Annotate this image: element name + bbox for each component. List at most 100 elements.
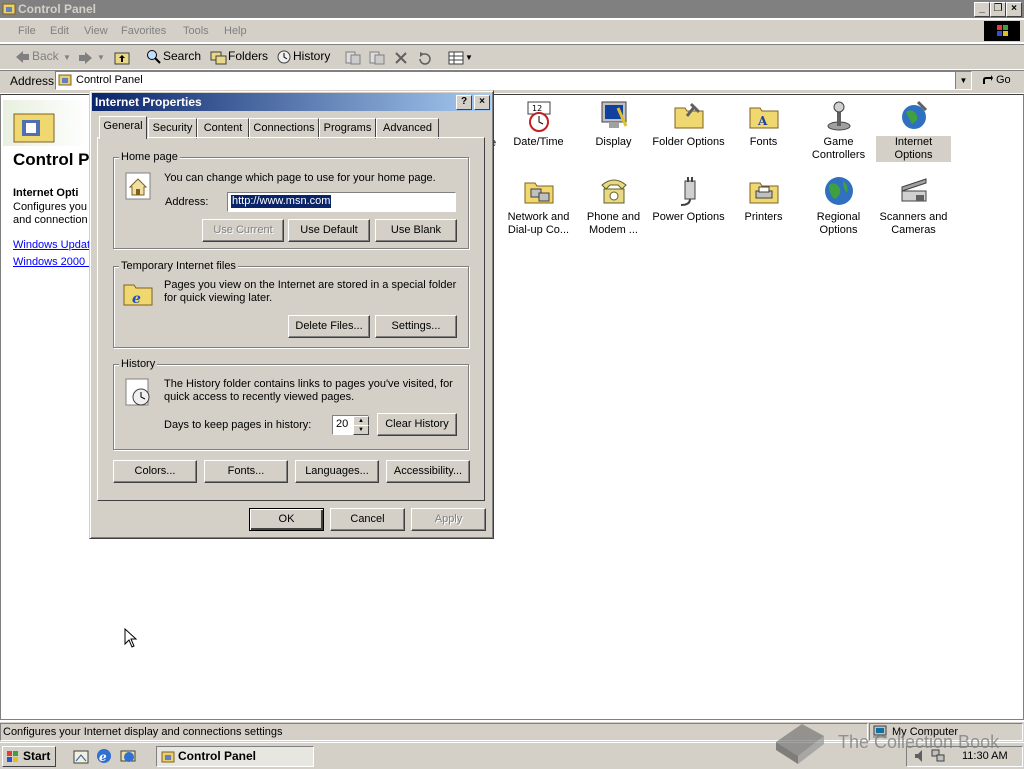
home-page-icon (125, 172, 151, 200)
temporary-files-desc-1: Pages you view on the Internet are store… (164, 279, 457, 291)
address-field[interactable]: Control Panel ▼ (55, 71, 972, 90)
standard-toolbar: Back ▼ ▼ Search Folders History ▼ (0, 44, 1024, 70)
minimize-button[interactable]: _ (974, 2, 990, 17)
start-button[interactable]: Start (2, 746, 56, 767)
views-icon[interactable] (448, 51, 464, 65)
cancel-button[interactable]: Cancel (330, 508, 405, 531)
watermark-text: The Collection Book (838, 732, 1000, 752)
search-label: Search (163, 49, 202, 63)
use-blank-button[interactable]: Use Blank (375, 219, 457, 242)
clear-history-button[interactable]: Clear History (377, 413, 457, 436)
menu-file[interactable]: File (18, 25, 36, 37)
tab-advanced[interactable]: Advanced (376, 118, 439, 139)
use-default-button[interactable]: Use Default (288, 219, 370, 242)
clock-icon: 12 (527, 101, 550, 132)
scanners-cameras-label: Scanners and Cameras (879, 211, 948, 236)
home-address-input[interactable]: http://www.msn.com (227, 192, 456, 212)
control-panel-large-icon (13, 113, 55, 143)
views-dropdown-icon[interactable]: ▼ (465, 53, 473, 62)
outlook-express-icon[interactable] (120, 748, 136, 764)
date-time-item[interactable]: 12 Date/Time (501, 100, 576, 149)
taskbar-control-panel-button[interactable]: Control Panel (156, 746, 314, 767)
colors-button[interactable]: Colors... (113, 460, 197, 483)
internet-explorer-icon[interactable]: e (96, 748, 112, 764)
power-options-item[interactable]: Power Options (651, 175, 726, 224)
move-to-icon[interactable] (344, 50, 362, 66)
status-text-panel: Configures your Internet display and con… (0, 723, 868, 741)
up-folder-icon[interactable] (114, 50, 130, 65)
tab-general[interactable]: General (99, 116, 147, 139)
forward-dropdown-icon[interactable]: ▼ (97, 53, 105, 62)
folders-label: Folders (228, 49, 269, 63)
menu-help[interactable]: Help (224, 25, 247, 37)
scanners-cameras-item[interactable]: Scanners and Cameras (876, 175, 951, 237)
dialog-help-button[interactable]: ? (456, 95, 472, 110)
window-titlebar[interactable]: Control Panel _ ❐ × (0, 0, 1024, 18)
tab-connections[interactable]: Connections (249, 118, 319, 139)
game-controllers-item[interactable]: Game Controllers (801, 100, 876, 162)
windows-update-link[interactable]: Windows Updat (13, 239, 90, 251)
left-pane-title: Control P (13, 150, 90, 169)
menu-edit[interactable]: Edit (50, 25, 69, 37)
folders-button[interactable]: Folders (208, 48, 268, 66)
printers-item[interactable]: Printers (726, 175, 801, 224)
show-desktop-icon[interactable] (73, 749, 89, 765)
fonts-button[interactable]: Fonts... (204, 460, 288, 483)
use-current-button[interactable]: Use Current (202, 219, 284, 242)
address-label: Address (10, 74, 55, 88)
menu-favorites[interactable]: Favorites (121, 25, 166, 37)
settings-button[interactable]: Settings... (375, 315, 457, 338)
close-window-button[interactable]: × (1006, 2, 1022, 17)
start-label: Start (23, 749, 51, 763)
forward-arrow-icon[interactable] (78, 51, 94, 65)
internet-properties-dialog: Internet Properties ? × General Security… (89, 90, 494, 539)
accessibility-button[interactable]: Accessibility... (386, 460, 470, 483)
home-address-label: Address: (165, 196, 209, 208)
address-dropdown-button[interactable]: ▼ (955, 72, 971, 89)
home-address-value: http://www.msn.com (231, 195, 332, 208)
search-button[interactable]: Search (144, 48, 204, 66)
menu-view[interactable]: View (84, 25, 108, 37)
book-watermark-icon (776, 724, 824, 764)
history-desc-1: The History folder contains links to pag… (164, 378, 453, 390)
svg-text:A: A (757, 114, 768, 128)
internet-options-item[interactable]: Internet Options (876, 100, 951, 162)
display-item[interactable]: Display (576, 100, 651, 149)
svg-text:12: 12 (532, 104, 542, 113)
taskbar-control-panel-label: Control Panel (178, 749, 257, 763)
dialog-titlebar[interactable]: Internet Properties ? × (92, 93, 491, 111)
back-dropdown-icon[interactable]: ▼ (63, 53, 71, 62)
delete-x-icon[interactable] (394, 51, 408, 65)
windows-2000-support-link[interactable]: Windows 2000 : (13, 256, 91, 268)
tab-content[interactable]: Content (197, 118, 249, 139)
printers-label: Printers (744, 211, 783, 223)
regional-options-item[interactable]: Regional Options (801, 175, 876, 237)
status-text: Configures your Internet display and con… (3, 726, 283, 738)
days-down-arrow-icon[interactable]: ▼ (353, 425, 369, 435)
folder-options-item[interactable]: Folder Options (651, 100, 726, 149)
restore-button[interactable]: ❐ (990, 2, 1006, 17)
go-button[interactable]: Go (979, 72, 1019, 89)
undo-icon[interactable] (417, 51, 433, 65)
svg-text:e: e (99, 750, 107, 764)
phone-icon (600, 179, 627, 204)
folder-options-label: Folder Options (652, 136, 725, 148)
home-page-desc: You can change which page to use for you… (164, 172, 436, 184)
display-label: Display (595, 136, 632, 148)
days-to-keep-input[interactable]: 20 ▲ ▼ (332, 415, 369, 435)
dialog-close-button[interactable]: × (474, 95, 490, 110)
back-button[interactable]: Back (6, 48, 66, 66)
fonts-item[interactable]: A Fonts (726, 100, 801, 149)
apply-button[interactable]: Apply (411, 508, 486, 531)
network-dialup-item[interactable]: Network and Dial-up Co... (501, 175, 576, 237)
tab-security[interactable]: Security (148, 118, 197, 139)
phone-modem-item[interactable]: Phone and Modem ... (576, 175, 651, 237)
delete-files-button[interactable]: Delete Files... (288, 315, 370, 338)
ok-button[interactable]: OK (249, 508, 324, 531)
copy-to-icon[interactable] (368, 50, 386, 66)
history-group-label: History (119, 358, 158, 370)
history-button[interactable]: History (274, 48, 334, 66)
tab-programs[interactable]: Programs (319, 118, 376, 139)
languages-button[interactable]: Languages... (295, 460, 379, 483)
menu-tools[interactable]: Tools (183, 25, 209, 37)
